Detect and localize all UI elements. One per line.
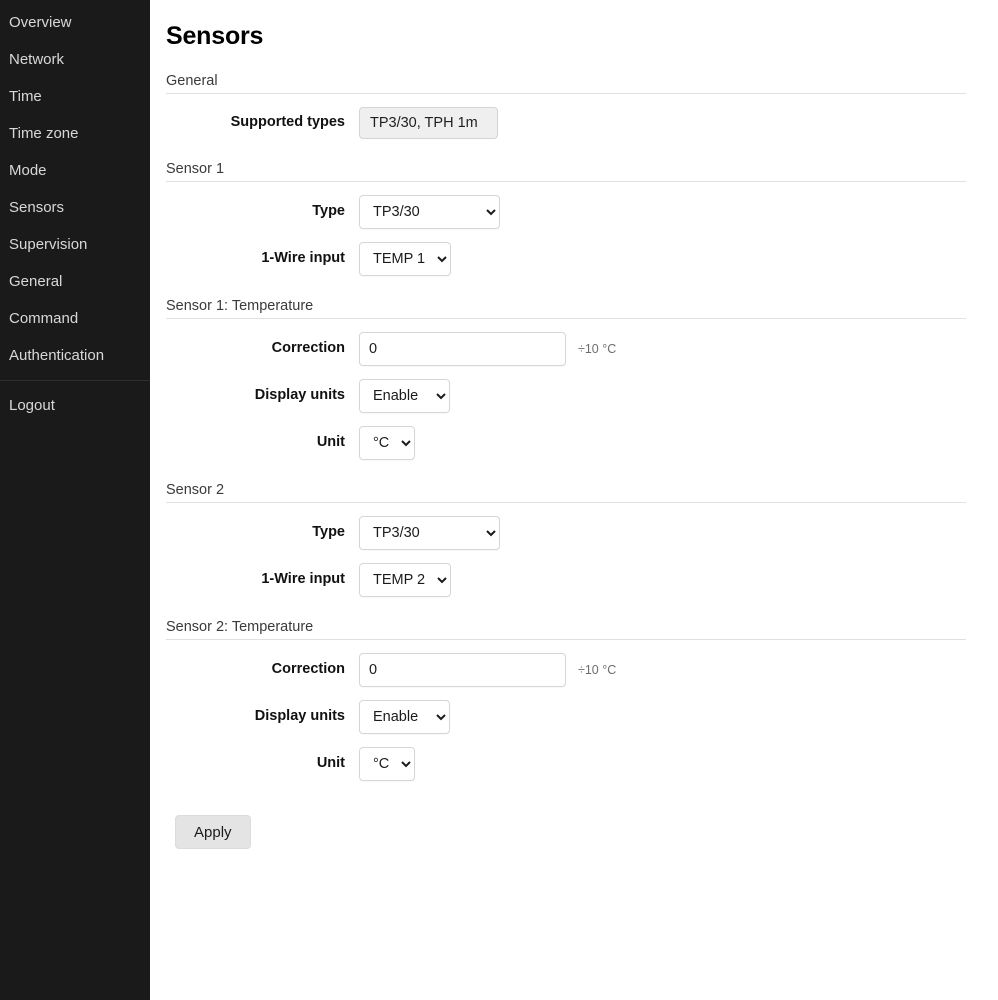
section-legend-sensor-1-temperature: Sensor 1: Temperature	[166, 298, 966, 319]
page-title: Sensors	[166, 22, 264, 50]
apply-button[interactable]: Apply	[175, 815, 251, 849]
sidebar-item-command[interactable]: Command	[0, 300, 150, 337]
field-sensor2-display-units: EnableDisable	[359, 700, 450, 734]
sidebar-item-network[interactable]: Network	[0, 41, 150, 78]
main-content: Sensors General Supported types TP3/30, …	[150, 0, 998, 1000]
sidebar-item-overview[interactable]: Overview	[0, 4, 150, 41]
label-sensor2-unit: Unit	[316, 755, 345, 772]
sidebar-divider	[0, 380, 150, 381]
field-sensor2-correction: ÷10 °C	[359, 653, 616, 687]
sensor1-display-units-select[interactable]: EnableDisable	[359, 379, 450, 413]
label-sensor1-onewire: 1-Wire input	[261, 250, 345, 267]
label-supported-types: Supported types	[230, 114, 345, 131]
sensor1-correction-input[interactable]	[359, 332, 566, 366]
sensor2-correction-suffix: ÷10 °C	[578, 663, 617, 677]
sensor2-unit-select[interactable]: °C°FK	[359, 747, 415, 781]
sidebar-item-authentication[interactable]: Authentication	[0, 337, 150, 374]
section-legend-sensor-1: Sensor 1	[166, 161, 966, 182]
field-sensor1-unit: °C°FK	[359, 426, 415, 460]
row-supported-types: Supported types TP3/30, TPH 1m	[166, 107, 966, 139]
field-sensor1-type: TP3/30TPH 1mNone	[359, 195, 500, 229]
sensor1-onewire-select[interactable]: TEMP 1TEMP 2None	[359, 242, 451, 276]
label-sensor1-unit: Unit	[316, 434, 345, 451]
label-sensor1-correction: Correction	[271, 340, 345, 357]
sidebar-item-general[interactable]: General	[0, 263, 150, 300]
section-legend-sensor-2: Sensor 2	[166, 482, 966, 503]
row-sensor2-correction: Correction ÷10 °C	[166, 653, 966, 687]
row-sensor1-display-units: Display units EnableDisable	[166, 379, 966, 413]
sensor1-unit-select[interactable]: °C°FK	[359, 426, 415, 460]
sidebar: Overview Network Time Time zone Mode Sen…	[0, 0, 150, 1000]
field-sensor1-correction: ÷10 °C	[359, 332, 616, 366]
label-sensor2-correction: Correction	[271, 661, 345, 678]
sensor2-type-select[interactable]: TP3/30TPH 1mNone	[359, 516, 500, 550]
label-sensor2-type: Type	[312, 524, 345, 541]
label-sensor1-type: Type	[312, 203, 345, 220]
sensor2-correction-input[interactable]	[359, 653, 566, 687]
row-sensor1-unit: Unit °C°FK	[166, 426, 966, 460]
section-legend-general: General	[166, 73, 966, 94]
sensor2-display-units-select[interactable]: EnableDisable	[359, 700, 450, 734]
label-sensor2-display-units: Display units	[254, 708, 345, 725]
sidebar-item-supervision[interactable]: Supervision	[0, 226, 150, 263]
field-sensor2-type: TP3/30TPH 1mNone	[359, 516, 500, 550]
label-sensor1-display-units: Display units	[254, 387, 345, 404]
field-supported-types: TP3/30, TPH 1m	[359, 107, 498, 139]
row-sensor1-type: Type TP3/30TPH 1mNone	[166, 195, 966, 229]
row-sensor2-onewire: 1-Wire input TEMP 1TEMP 2None	[166, 563, 966, 597]
field-sensor2-unit: °C°FK	[359, 747, 415, 781]
sidebar-item-time[interactable]: Time	[0, 78, 150, 115]
sensor2-onewire-select[interactable]: TEMP 1TEMP 2None	[359, 563, 451, 597]
apply-button-container: Apply	[166, 815, 966, 849]
sidebar-item-mode[interactable]: Mode	[0, 152, 150, 189]
sidebar-item-logout[interactable]: Logout	[0, 387, 150, 424]
row-sensor2-type: Type TP3/30TPH 1mNone	[166, 516, 966, 550]
row-sensor1-correction: Correction ÷10 °C	[166, 332, 966, 366]
row-sensor2-display-units: Display units EnableDisable	[166, 700, 966, 734]
row-sensor2-unit: Unit °C°FK	[166, 747, 966, 781]
app-root: Overview Network Time Time zone Mode Sen…	[0, 0, 998, 1000]
label-sensor2-onewire: 1-Wire input	[261, 571, 345, 588]
sensor1-type-select[interactable]: TP3/30TPH 1mNone	[359, 195, 500, 229]
row-sensor1-onewire: 1-Wire input TEMP 1TEMP 2None	[166, 242, 966, 276]
sidebar-item-sensors[interactable]: Sensors	[0, 189, 150, 226]
section-legend-sensor-2-temperature: Sensor 2: Temperature	[166, 619, 966, 640]
sensor1-correction-suffix: ÷10 °C	[578, 342, 617, 356]
field-sensor2-onewire: TEMP 1TEMP 2None	[359, 563, 451, 597]
sidebar-item-time-zone[interactable]: Time zone	[0, 115, 150, 152]
field-sensor1-display-units: EnableDisable	[359, 379, 450, 413]
supported-types-value: TP3/30, TPH 1m	[359, 107, 498, 139]
field-sensor1-onewire: TEMP 1TEMP 2None	[359, 242, 451, 276]
